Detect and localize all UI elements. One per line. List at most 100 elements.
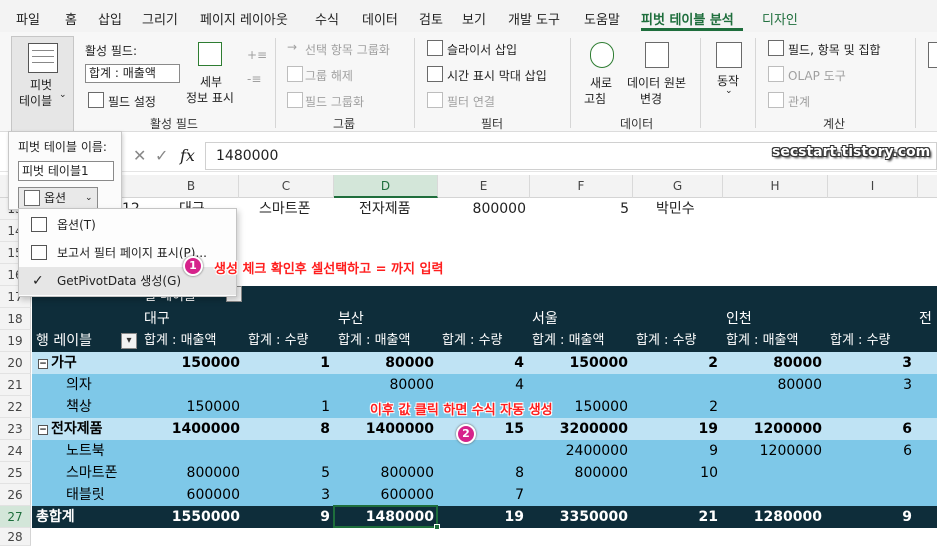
cell[interactable] <box>722 484 826 506</box>
olap-tools-button[interactable]: OLAP 도구 <box>788 67 846 84</box>
cell[interactable]: 150000 <box>144 396 244 418</box>
cell[interactable] <box>632 484 722 506</box>
measure-header[interactable]: 합계 : 매출액 <box>528 330 630 352</box>
row-number[interactable]: 19 <box>0 330 31 352</box>
cell[interactable]: 600000 <box>144 484 244 506</box>
measure-header[interactable]: 합계 : 매출액 <box>722 330 824 352</box>
cell[interactable] <box>826 484 916 506</box>
cell[interactable]: 6 <box>826 418 916 440</box>
insert-timeline-button[interactable]: 시간 표시 막대 삽입 <box>447 67 547 84</box>
measure-header[interactable]: 합계 : 수량 <box>244 330 334 352</box>
tab-pivot-analyze[interactable]: 피벗 테이블 분석 <box>641 9 734 28</box>
col-header-g[interactable]: G <box>633 175 723 198</box>
active-field-input[interactable]: 합계 : 매출액 <box>85 64 180 83</box>
tab-file[interactable]: 파일 <box>16 9 40 28</box>
cell[interactable]: 10 <box>632 462 722 484</box>
col-header-f[interactable]: F <box>530 175 633 198</box>
cell[interactable]: 3350000 <box>528 506 632 528</box>
col-header-e[interactable]: E <box>438 175 530 198</box>
tab-developer[interactable]: 개발 도구 <box>508 9 560 28</box>
cell[interactable]: 800000 <box>438 198 530 220</box>
cell[interactable]: 80000 <box>722 374 826 396</box>
item-label[interactable]: 의자 <box>62 374 142 396</box>
insert-slicer-button[interactable]: 슬라이서 삽입 <box>447 41 517 58</box>
group-selection-button[interactable]: 선택 항목 그룹화 <box>305 41 390 58</box>
cell[interactable] <box>244 374 334 396</box>
cell[interactable] <box>334 440 438 462</box>
cell[interactable] <box>438 440 528 462</box>
region-header[interactable]: 부산 <box>334 308 434 330</box>
col-header-b[interactable]: B <box>144 175 239 198</box>
tab-data[interactable]: 데이터 <box>362 9 398 28</box>
fields-items-sets-button[interactable]: 필드, 항목 및 집합 <box>788 41 881 58</box>
filter-connections-button[interactable]: 필터 연결 <box>447 93 495 110</box>
region-header[interactable]: 대구 <box>140 308 240 330</box>
detail-label-1[interactable]: 세부 <box>200 73 222 90</box>
cell[interactable]: 1 <box>244 352 334 374</box>
collapse-field-icon[interactable]: -≡ <box>247 72 261 86</box>
menu-item-show-filter-pages[interactable]: 보고서 필터 페이지 표시(P)... <box>19 239 236 267</box>
cell[interactable]: 600000 <box>334 484 438 506</box>
cell[interactable]: 9 <box>632 440 722 462</box>
expand-field-icon[interactable]: +≡ <box>247 48 267 62</box>
options-button[interactable]: 옵션 ⌄ <box>18 187 98 209</box>
cell[interactable]: 800000 <box>528 462 632 484</box>
field-settings-button[interactable]: 필드 설정 <box>108 93 156 110</box>
cell[interactable]: 1400000 <box>144 418 244 440</box>
pivot-table-button[interactable]: 피벗 테이블 ⌄ <box>11 36 74 132</box>
tab-home[interactable]: 홈 <box>65 9 77 28</box>
col-header-i[interactable]: I <box>828 175 918 198</box>
row-number[interactable]: 23 <box>0 418 31 440</box>
cell[interactable]: 박민수 <box>652 198 722 220</box>
cell[interactable]: 1 <box>244 396 334 418</box>
collapse-icon[interactable]: − <box>38 425 48 435</box>
row-number[interactable]: 26 <box>0 484 31 506</box>
measure-header[interactable]: 합계 : 수량 <box>826 330 916 352</box>
col-header-h[interactable]: H <box>723 175 828 198</box>
total-label[interactable]: 총합계 <box>32 506 132 528</box>
tab-draw[interactable]: 그리기 <box>142 9 178 28</box>
cell[interactable] <box>528 484 632 506</box>
cell[interactable]: 1200000 <box>722 418 826 440</box>
cell[interactable]: 스마트폰 <box>255 198 335 220</box>
cell[interactable]: 9 <box>244 506 334 528</box>
menu-item-getpivotdata[interactable]: ✓ GetPivotData 생성(G) <box>19 267 236 295</box>
cell[interactable]: 150000 <box>528 352 632 374</box>
fill-handle[interactable] <box>434 524 440 530</box>
group-label[interactable]: − 가구 <box>34 352 134 374</box>
cell[interactable]: 800000 <box>334 462 438 484</box>
row-number[interactable]: 20 <box>0 352 31 374</box>
cell[interactable]: 3200000 <box>528 418 632 440</box>
cell[interactable]: 4 <box>438 352 528 374</box>
cell[interactable]: 1550000 <box>144 506 244 528</box>
ungroup-button[interactable]: 그룹 해제 <box>305 67 353 84</box>
cell[interactable]: 80000 <box>334 352 438 374</box>
cell[interactable]: 3 <box>826 374 916 396</box>
row-number[interactable]: 27 <box>0 506 31 528</box>
cell[interactable] <box>722 462 826 484</box>
item-label[interactable]: 태블릿 <box>62 484 142 506</box>
change-source-label-2[interactable]: 변경 <box>640 90 662 107</box>
measure-header[interactable]: 합계 : 수량 <box>632 330 722 352</box>
cell[interactable]: 2400000 <box>528 440 632 462</box>
refresh-label-1[interactable]: 새로 <box>590 74 612 91</box>
detail-label-2[interactable]: 정보 표시 <box>186 89 234 106</box>
function-icon[interactable]: fx <box>180 146 195 165</box>
cell[interactable]: 80000 <box>334 374 438 396</box>
row-number[interactable]: 21 <box>0 374 31 396</box>
tab-help[interactable]: 도움말 <box>584 9 620 28</box>
cell[interactable]: 1280000 <box>722 506 826 528</box>
cell[interactable]: 80000 <box>722 352 826 374</box>
enter-icon[interactable]: ✓ <box>155 146 168 165</box>
cell[interactable] <box>144 440 244 462</box>
cell[interactable] <box>632 374 722 396</box>
row-labels-header[interactable]: 행 레이블 <box>32 330 122 352</box>
row-number[interactable]: 28 <box>0 528 31 546</box>
cell[interactable] <box>144 374 244 396</box>
cell[interactable]: 2 <box>632 396 722 418</box>
item-label[interactable]: 책상 <box>62 396 142 418</box>
cell[interactable]: 9 <box>826 506 916 528</box>
row-number[interactable]: 25 <box>0 462 31 484</box>
cell[interactable]: 19 <box>438 506 528 528</box>
cell[interactable]: 전자제품 <box>355 198 435 220</box>
